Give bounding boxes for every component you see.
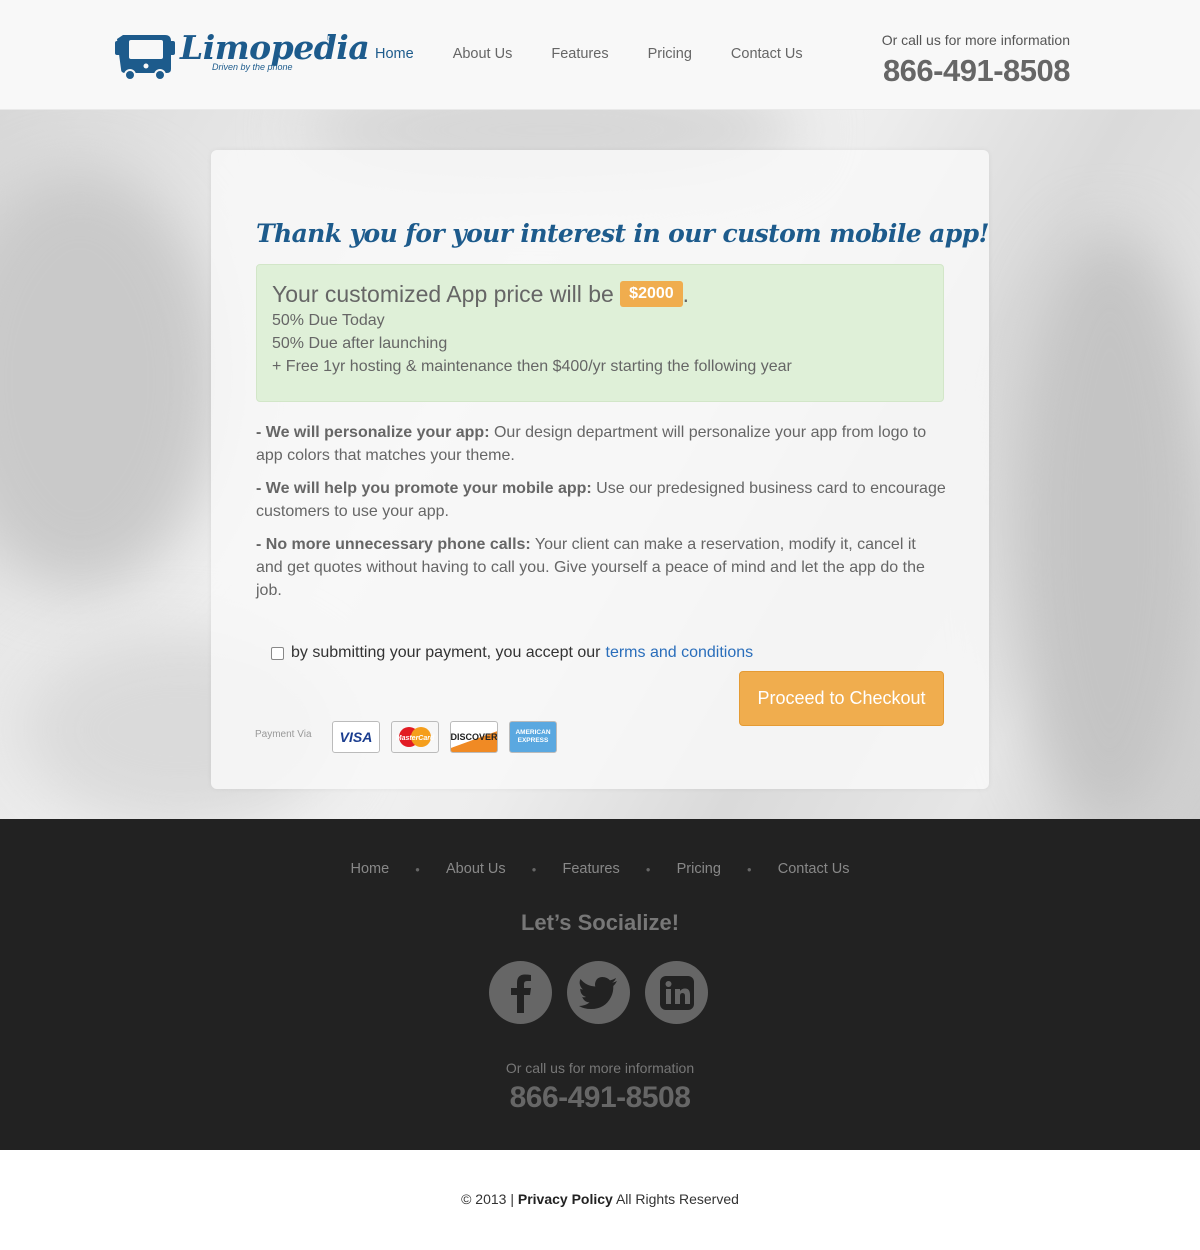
hero-background-shape xyxy=(0,170,220,590)
nav-separator: ● xyxy=(415,864,421,874)
terms-checkbox[interactable] xyxy=(271,646,284,660)
facebook-icon[interactable] xyxy=(489,961,552,1024)
footer-nav-pricing[interactable]: Pricing xyxy=(677,861,721,877)
nav-separator: ● xyxy=(645,864,651,874)
feature-heading: - We will personalize your app: xyxy=(256,424,490,441)
nav-separator: ● xyxy=(531,864,537,874)
feature-item: - We will help you promote your mobile a… xyxy=(256,477,946,523)
mastercard-icon: MasterCard xyxy=(391,721,439,753)
privacy-policy-link[interactable]: Privacy Policy xyxy=(518,1191,613,1207)
nav-home[interactable]: Home xyxy=(375,46,414,62)
site-footer: Home ● About Us ● Features ● Pricing ● C… xyxy=(0,819,1200,1150)
hero-section: Thank you for your interest in our custo… xyxy=(0,110,1200,819)
nav-separator: ● xyxy=(746,864,752,874)
copyright-suffix: All Rights Reserved xyxy=(615,1191,739,1207)
page-title: Thank you for your interest in our custo… xyxy=(256,219,989,248)
nav-about-us[interactable]: About Us xyxy=(453,46,513,62)
terms-agreement: by submitting your payment, you accept o… xyxy=(271,644,753,662)
social-title: Let’s Socialize! xyxy=(520,910,680,935)
payment-term-today: 50% Due Today xyxy=(272,311,385,329)
nav-features[interactable]: Features xyxy=(551,46,608,62)
amex-icon: AMERICAN EXPRESS xyxy=(509,721,557,753)
terms-text: by submitting your payment, you accept o… xyxy=(291,644,601,661)
footer-nav-home[interactable]: Home xyxy=(350,861,389,877)
price-suffix: . xyxy=(682,281,690,307)
payment-term-launch: 50% Due after launching xyxy=(272,334,448,352)
copyright-prefix: © 2013 | xyxy=(461,1191,514,1207)
price-prefix: Your customized App price will be xyxy=(272,281,614,307)
feature-item: - We will personalize your app: Our desi… xyxy=(256,421,946,467)
logo-registered-mark: ® xyxy=(327,34,333,43)
terms-link[interactable]: terms and conditions xyxy=(606,644,754,662)
footer-nav-features[interactable]: Features xyxy=(563,861,620,877)
twitter-icon[interactable] xyxy=(567,961,630,1024)
social-links xyxy=(489,961,723,1024)
payment-via-label: Payment Via xyxy=(255,729,312,740)
feature-list: - We will personalize your app: Our desi… xyxy=(256,421,946,612)
header-contact-label: Or call us for more information xyxy=(881,32,1070,48)
footer-contact-label: Or call us for more information xyxy=(505,1060,695,1076)
nav-contact-us[interactable]: Contact Us xyxy=(731,46,803,62)
price-line: Your customized App price will be $2000. xyxy=(272,280,928,309)
discover-icon: DISCOVER xyxy=(450,721,498,753)
footer-nav: Home ● About Us ● Features ● Pricing ● C… xyxy=(0,861,1200,877)
payment-term-hosting: + Free 1yr hosting & maintenance then $4… xyxy=(272,357,792,375)
footer-phone[interactable]: 866-491-8508 xyxy=(0,1081,1200,1115)
main-nav: Home About Us Features Pricing Contact U… xyxy=(375,46,842,62)
price-badge: $2000 xyxy=(620,280,683,307)
price-alert: Your customized App price will be $2000.… xyxy=(256,264,944,402)
hero-background-shape xyxy=(1010,230,1200,819)
logo[interactable]: Limopedia ® Driven by the phone xyxy=(113,25,370,85)
header-contact: Or call us for more information 866-491-… xyxy=(881,32,1071,89)
feature-heading: - No more unnecessary phone calls: xyxy=(256,536,531,553)
feature-heading: - We will help you promote your mobile a… xyxy=(256,480,592,497)
footer-nav-about-us[interactable]: About Us xyxy=(446,861,506,877)
site-header: Limopedia ® Driven by the phone Home Abo… xyxy=(0,0,1200,110)
visa-icon: VISA xyxy=(332,721,380,753)
header-phone[interactable]: 866-491-8508 xyxy=(882,53,1071,89)
logo-tagline: Driven by the phone xyxy=(212,62,293,72)
copyright: © 2013 | Privacy Policy All Rights Reser… xyxy=(0,1191,1200,1207)
mastercard-logo: MasterCard xyxy=(396,727,435,747)
feature-item: - No more unnecessary phone calls: Your … xyxy=(256,533,946,602)
payment-methods: VISA MasterCard DISCOVER AMERICAN EXPRES… xyxy=(332,721,568,753)
pricing-card: Thank you for your interest in our custo… xyxy=(211,150,989,789)
limo-icon xyxy=(115,35,175,81)
footer-nav-contact-us[interactable]: Contact Us xyxy=(778,861,850,877)
linkedin-icon[interactable] xyxy=(645,961,708,1024)
nav-pricing[interactable]: Pricing xyxy=(648,46,692,62)
proceed-to-checkout-button[interactable]: Proceed to Checkout xyxy=(739,671,944,726)
svg-text:MasterCard: MasterCard xyxy=(396,735,435,742)
